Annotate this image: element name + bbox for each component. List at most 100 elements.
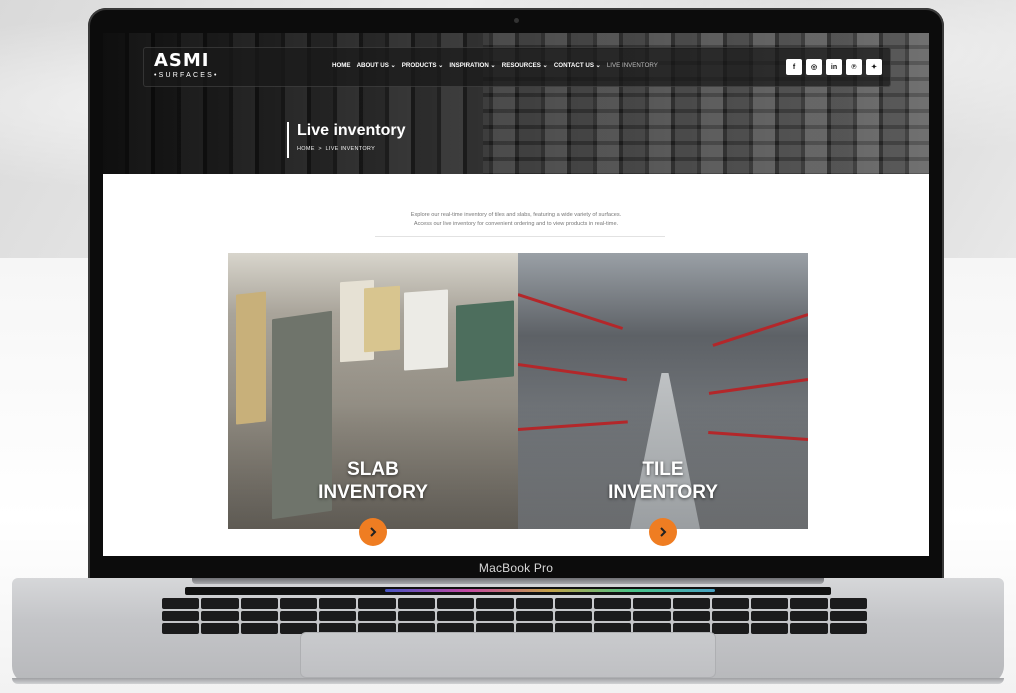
slab-image-element <box>456 300 514 382</box>
site-logo[interactable]: ASMI •SURFACES• <box>154 51 219 81</box>
nav-about-us[interactable]: ABOUT US ⌄ <box>357 62 396 69</box>
slab-card-title: SLAB INVENTORY <box>228 458 518 504</box>
keyboard-key <box>515 598 553 609</box>
main-menu: HOME ABOUT US ⌄ PRODUCTS ⌄ INSPIRATION ⌄… <box>332 62 658 69</box>
keyboard-key <box>711 610 750 622</box>
tile-card-title: TILE INVENTORY <box>518 458 808 504</box>
keyboard-key <box>594 610 632 622</box>
keyboard-key <box>201 610 239 622</box>
laptop-hinge <box>192 578 824 584</box>
slab-title-line-2: INVENTORY <box>318 482 428 503</box>
nav-live-inventory[interactable]: LIVE INVENTORY <box>607 62 658 69</box>
slab-inventory-card[interactable]: SLAB INVENTORY <box>228 253 518 529</box>
keyboard-key <box>240 610 278 622</box>
laptop-screen: ASMI •SURFACES• HOME ABOUT US ⌄ PRODUCTS… <box>103 33 929 556</box>
nav-contact-us[interactable]: CONTACT US ⌄ <box>554 62 601 69</box>
keyboard-key <box>672 610 710 622</box>
tile-image-element <box>708 431 808 441</box>
keyboard-key <box>554 598 593 609</box>
breadcrumb-current: LIVE INVENTORY <box>325 146 376 152</box>
tile-title-line-2: INVENTORY <box>608 482 718 503</box>
tile-arrow-button[interactable] <box>649 518 677 546</box>
facebook-icon[interactable]: f <box>786 59 802 75</box>
intro-line-2: Access our live inventory for convenient… <box>413 221 619 227</box>
keyboard-key <box>829 623 867 634</box>
keyboard-key <box>790 623 828 634</box>
keyboard-key <box>279 598 318 609</box>
keyboard-key <box>436 610 475 622</box>
page-title: Live inventory <box>297 122 406 139</box>
slab-image-element <box>364 285 400 353</box>
keyboard-key <box>476 598 514 609</box>
keyboard-key <box>829 610 867 622</box>
keyboard-key <box>162 623 200 634</box>
keyboard-key <box>240 598 278 609</box>
tile-image-element <box>518 363 628 382</box>
slab-image-element <box>404 289 448 371</box>
touch-bar <box>185 587 831 595</box>
breadcrumb: HOME > LIVE INVENTORY <box>297 146 405 152</box>
keyboard-key <box>672 598 710 609</box>
chevron-right-icon <box>370 527 377 537</box>
logo-wordmark: ASMI <box>154 50 210 71</box>
instagram-icon[interactable]: ◎ <box>806 59 822 75</box>
nav-inspiration[interactable]: INSPIRATION ⌄ <box>449 62 495 69</box>
tile-image-element <box>518 293 624 330</box>
tile-inventory-card[interactable]: TILE INVENTORY <box>518 253 808 529</box>
intro-divider <box>375 236 665 237</box>
slab-title-line-1: SLAB <box>347 459 399 480</box>
keyboard-key <box>240 623 278 634</box>
tile-image-element <box>630 373 700 529</box>
twitter-icon[interactable]: ✦ <box>866 59 882 75</box>
linkedin-icon[interactable]: in <box>826 59 842 75</box>
keyboard-key <box>711 598 750 609</box>
keyboard-key <box>554 610 593 622</box>
keyboard-key <box>711 623 750 634</box>
device-label: MacBook Pro <box>478 561 554 575</box>
keyboard-key <box>633 598 671 609</box>
hero-banner: ASMI •SURFACES• HOME ABOUT US ⌄ PRODUCTS… <box>103 33 929 174</box>
intro-line-1: Explore our real-time inventory of tiles… <box>410 212 622 218</box>
keyboard-key <box>397 598 435 609</box>
page-title-block: Live inventory HOME > LIVE INVENTORY <box>287 122 405 158</box>
keyboard-key <box>319 610 357 622</box>
laptop-lid: ASMI •SURFACES• HOME ABOUT US ⌄ PRODUCTS… <box>88 8 944 588</box>
logo-tagline: •SURFACES• <box>154 72 219 79</box>
camera <box>514 18 519 23</box>
keyboard-key <box>319 598 357 609</box>
keyboard-key <box>358 598 396 609</box>
tile-title-line-1: TILE <box>642 459 684 480</box>
nav-resources[interactable]: RESOURCES ⌄ <box>502 62 548 69</box>
keyboard-key <box>476 610 514 622</box>
keyboard-key <box>594 598 632 609</box>
keyboard-key <box>751 610 789 622</box>
keyboard-key <box>515 610 553 622</box>
base-front-edge <box>12 678 1004 684</box>
tile-image-element <box>518 420 628 431</box>
intro-text: Explore our real-time inventory of tiles… <box>103 211 929 229</box>
touch-bar-glow <box>385 589 715 592</box>
social-links: f ◎ in ℗ ✦ <box>786 59 882 75</box>
nav-home[interactable]: HOME <box>332 62 351 69</box>
keyboard <box>162 598 867 634</box>
tile-image-element <box>712 313 808 347</box>
keyboard-key <box>279 610 318 622</box>
breadcrumb-home[interactable]: HOME <box>297 146 315 152</box>
keyboard-key <box>751 598 789 609</box>
chevron-right-icon <box>660 527 667 537</box>
keyboard-key <box>162 610 200 622</box>
trackpad <box>300 632 716 678</box>
keyboard-key <box>162 598 200 609</box>
breadcrumb-separator: > <box>318 146 322 152</box>
nav-products[interactable]: PRODUCTS ⌄ <box>402 62 444 69</box>
laptop-base <box>12 578 1004 684</box>
keyboard-key <box>751 623 789 634</box>
keyboard-key <box>397 610 435 622</box>
keyboard-key <box>436 598 475 609</box>
slab-image-element <box>236 291 266 425</box>
keyboard-key <box>633 610 671 622</box>
pinterest-icon[interactable]: ℗ <box>846 59 862 75</box>
keyboard-key <box>358 610 396 622</box>
slab-arrow-button[interactable] <box>359 518 387 546</box>
keyboard-key <box>201 623 239 634</box>
